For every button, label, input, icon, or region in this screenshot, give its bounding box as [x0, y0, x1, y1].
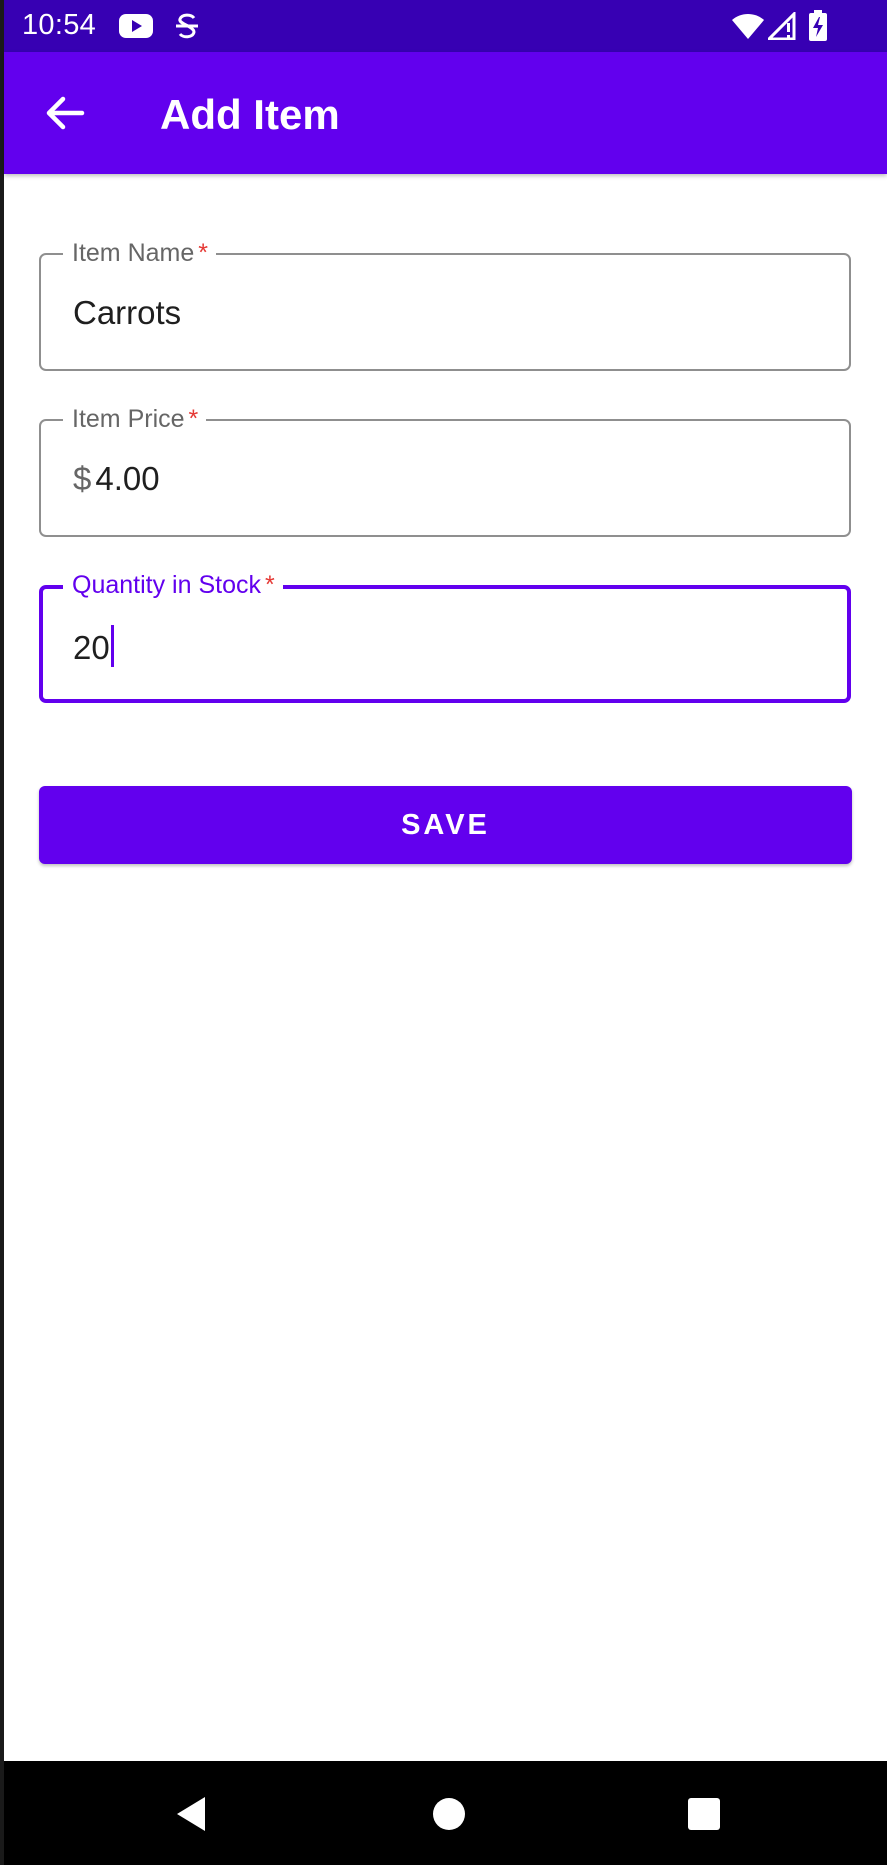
signal-icon: [768, 12, 796, 40]
required-mark: *: [188, 405, 199, 433]
item-price-outline: [39, 419, 851, 537]
item-price-field[interactable]: Item Price * $4.00: [39, 404, 851, 537]
page-title: Add Item: [160, 91, 340, 138]
screen-edge: [0, 0, 4, 1865]
required-mark: *: [264, 571, 275, 599]
arrow-left-icon[interactable]: [34, 85, 90, 141]
quantity-field[interactable]: Quantity in Stock * 20: [39, 570, 851, 703]
item-price-input[interactable]: $4.00: [73, 459, 160, 499]
status-bar: 10:54: [4, 0, 887, 52]
quantity-label: Quantity in Stock *: [63, 570, 283, 600]
item-name-field[interactable]: Item Name * Carrots: [39, 238, 851, 371]
battery-icon: [809, 10, 827, 41]
home-circle-icon[interactable]: [426, 1791, 472, 1837]
save-button[interactable]: SAVE: [39, 786, 852, 864]
back-triangle-icon[interactable]: [169, 1791, 215, 1837]
screen: 10:54 Add Item Item Name * Carrots Item …: [0, 0, 887, 1865]
item-price-label: Item Price *: [63, 404, 207, 434]
item-name-label: Item Name *: [63, 238, 216, 268]
recents-square-icon[interactable]: [681, 1791, 727, 1837]
sync-icon: [176, 13, 198, 39]
wifi-icon: [732, 14, 764, 39]
status-time: 10:54: [22, 9, 97, 41]
required-mark: *: [198, 239, 208, 267]
youtube-icon: [119, 14, 153, 38]
navigation-bar: [4, 1761, 887, 1865]
text-cursor: [110, 625, 114, 667]
currency-prefix: $: [73, 460, 92, 497]
quantity-input[interactable]: 20: [73, 625, 114, 668]
item-name-input[interactable]: Carrots: [73, 293, 181, 333]
app-bar: Add Item: [4, 52, 887, 174]
quantity-outline: [39, 585, 851, 703]
